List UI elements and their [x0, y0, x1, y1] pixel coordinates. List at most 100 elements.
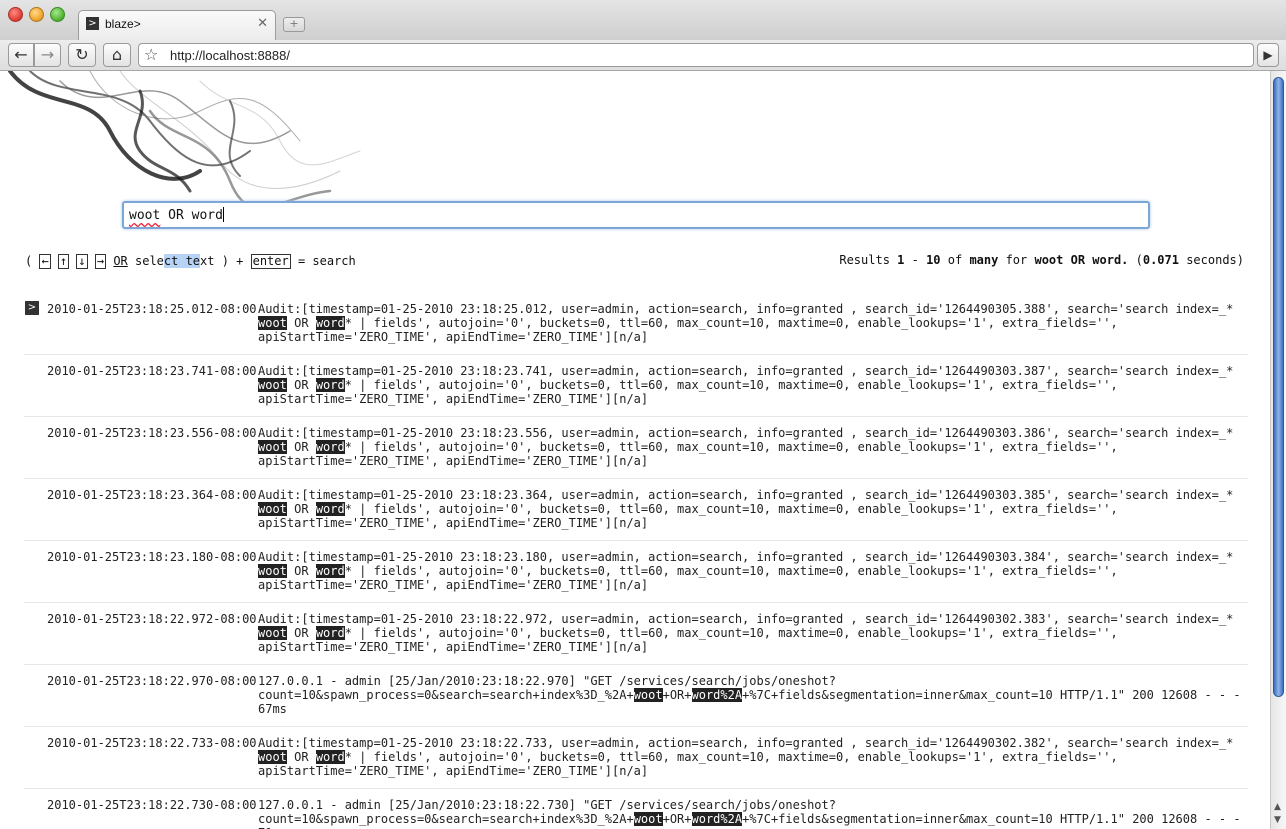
new-tab-button[interactable]: + — [283, 17, 305, 32]
search-query-text[interactable]: woot OR word — [129, 207, 224, 223]
result-row[interactable]: 2010-01-25T23:18:22.730-08:00 127.0.0.1 -… — [24, 789, 1248, 829]
back-button[interactable]: ← — [8, 43, 34, 67]
hint-select-a: sele — [127, 254, 164, 268]
event-text-segment: Audit:[timestamp=01-25-2010 23:18:22.733… — [258, 736, 1241, 750]
tab-title: blaze> — [105, 17, 141, 31]
browser-toolbar: ← → ↻ ⌂ ☆ http://localhost:8888/ ▶ — [0, 40, 1286, 71]
event-text-segment: * | fields', autojoin='0', buckets=0, tt… — [258, 502, 1125, 530]
hint-close: ) + — [214, 254, 251, 268]
scroll-up-arrow-icon[interactable]: ▲ — [1274, 802, 1281, 812]
result-row[interactable]: 2010-01-25T23:18:23.556-08:00 Audit:[time… — [24, 417, 1248, 479]
right-arrow-key-icon: → — [94, 254, 107, 269]
search-term-highlight: woot — [633, 812, 663, 826]
result-raw-event: Audit:[timestamp=01-25-2010 23:18:23.180… — [258, 541, 1248, 602]
event-text-segment: Audit:[timestamp=01-25-2010 23:18:23.364… — [258, 488, 1241, 502]
summary-for: for — [998, 253, 1035, 267]
result-timestamp: 2010-01-25T23:18:22.730-08:00 — [47, 798, 257, 812]
result-row[interactable]: 2010-01-25T23:18:22.970-08:00 127.0.0.1 -… — [24, 665, 1248, 727]
result-raw-event: Audit:[timestamp=01-25-2010 23:18:23.741… — [258, 355, 1248, 416]
address-bar[interactable]: ☆ http://localhost:8888/ — [138, 43, 1254, 67]
result-row[interactable]: 2010-01-25T23:18:23.180-08:00 Audit:[time… — [24, 541, 1248, 603]
search-term-highlight: woot — [258, 502, 287, 516]
left-arrow-key-icon: ← — [39, 254, 51, 269]
search-term-highlight: woot — [258, 378, 287, 392]
result-timestamp: 2010-01-25T23:18:22.970-08:00 — [47, 674, 257, 688]
back-arrow-icon: ← — [14, 45, 28, 64]
event-text-segment: OR — [286, 626, 316, 640]
page-content: woot OR word ( ← ↑ ↓ → OR select text ) … — [0, 71, 1270, 829]
event-text-segment: Audit:[timestamp=01-25-2010 23:18:23.180… — [258, 550, 1241, 564]
summary-query: woot OR word. — [1034, 253, 1129, 267]
text-caret — [222, 207, 224, 222]
down-arrow-key-icon: ↓ — [76, 254, 88, 269]
results-list: >2010-01-25T23:18:25.012-08:00 Audit:[tim… — [0, 293, 1270, 829]
summary-tail: seconds) — [1178, 253, 1244, 267]
result-raw-event: 127.0.0.1 - admin [25/Jan/2010:23:18:22.… — [258, 665, 1248, 726]
event-text-segment: +OR+ — [662, 688, 692, 702]
search-term-highlight: word — [315, 378, 345, 392]
selected-row-marker-icon: > — [25, 301, 39, 315]
event-text-segment: OR — [286, 378, 316, 392]
url-text[interactable]: http://localhost:8888/ — [170, 48, 290, 63]
search-term-highlight: word — [315, 750, 345, 764]
search-term-highlight: word — [315, 440, 345, 454]
result-raw-event: Audit:[timestamp=01-25-2010 23:18:25.012… — [258, 293, 1248, 354]
tab-close-icon[interactable]: ✕ — [257, 16, 268, 31]
hint-selected-text: ct te — [163, 254, 201, 268]
result-raw-event: Audit:[timestamp=01-25-2010 23:18:22.972… — [258, 603, 1248, 664]
result-raw-event: 127.0.0.1 - admin [25/Jan/2010:23:18:22.… — [258, 789, 1248, 829]
result-timestamp: 2010-01-25T23:18:22.972-08:00 — [47, 612, 257, 626]
result-timestamp: 2010-01-25T23:18:22.733-08:00 — [47, 736, 257, 750]
summary-seconds: 0.071 — [1142, 253, 1179, 267]
search-term-highlight: woot — [258, 316, 287, 330]
event-text-segment: OR — [286, 564, 316, 578]
window-minimize-button[interactable] — [29, 7, 44, 22]
result-row[interactable]: 2010-01-25T23:18:22.733-08:00 Audit:[time… — [24, 727, 1248, 789]
forward-button[interactable]: → — [34, 43, 61, 67]
result-timestamp: 2010-01-25T23:18:23.180-08:00 — [47, 550, 257, 564]
browser-tab[interactable]: > blaze> ✕ — [78, 10, 276, 40]
result-row[interactable]: >2010-01-25T23:18:25.012-08:00 Audit:[tim… — [24, 293, 1248, 355]
search-term-highlight: woot — [258, 564, 287, 578]
summary-of: of — [940, 253, 970, 267]
hint-equals-search: = search — [290, 254, 356, 268]
enter-key-icon: enter — [250, 254, 291, 269]
vertical-scrollbar[interactable]: ▲ ▼ — [1270, 71, 1286, 829]
summary-dash: - — [904, 253, 927, 267]
event-text-segment: * | fields', autojoin='0', buckets=0, tt… — [258, 564, 1125, 592]
result-row[interactable]: 2010-01-25T23:18:22.972-08:00 Audit:[time… — [24, 603, 1248, 665]
search-term-highlight: word — [315, 564, 345, 578]
search-term-highlight: word — [315, 316, 345, 330]
home-icon: ⌂ — [111, 45, 123, 64]
reload-button[interactable]: ↻ — [68, 43, 96, 67]
search-input[interactable]: woot OR word — [122, 201, 1150, 229]
result-timestamp: 2010-01-25T23:18:23.741-08:00 — [47, 364, 257, 378]
go-button[interactable]: ▶ — [1257, 43, 1279, 67]
summary-total: many — [969, 253, 999, 267]
home-button[interactable]: ⌂ — [103, 43, 131, 67]
forward-arrow-icon: → — [40, 45, 55, 64]
window-zoom-button[interactable] — [50, 7, 65, 22]
window-close-button[interactable] — [8, 7, 23, 22]
search-term-highlight: word%2A — [691, 688, 743, 702]
result-raw-event: Audit:[timestamp=01-25-2010 23:18:22.733… — [258, 727, 1248, 788]
event-text-segment: * | fields', autojoin='0', buckets=0, tt… — [258, 440, 1125, 468]
bookmark-star-icon[interactable]: ☆ — [144, 45, 158, 64]
result-row[interactable]: 2010-01-25T23:18:23.741-08:00 Audit:[time… — [24, 355, 1248, 417]
result-timestamp: 2010-01-25T23:18:23.556-08:00 — [47, 426, 257, 440]
terminal-favicon-icon: > — [86, 17, 99, 30]
result-raw-event: Audit:[timestamp=01-25-2010 23:18:23.556… — [258, 417, 1248, 478]
event-text-segment: OR — [286, 316, 316, 330]
search-term-highlight: word — [315, 502, 345, 516]
event-text-segment: * | fields', autojoin='0', buckets=0, tt… — [258, 750, 1125, 778]
search-term-highlight: woot — [258, 750, 287, 764]
result-raw-event: Audit:[timestamp=01-25-2010 23:18:23.364… — [258, 479, 1248, 540]
scroll-down-arrow-icon[interactable]: ▼ — [1274, 815, 1281, 825]
scrollbar-thumb[interactable] — [1273, 77, 1284, 697]
result-row[interactable]: 2010-01-25T23:18:23.364-08:00 Audit:[time… — [24, 479, 1248, 541]
summary-label: Results — [839, 253, 898, 267]
event-text-segment: +OR+ — [662, 812, 692, 826]
query-first-word: woot — [129, 208, 161, 223]
hint-or: OR — [113, 254, 128, 268]
event-text-segment: OR — [286, 502, 316, 516]
